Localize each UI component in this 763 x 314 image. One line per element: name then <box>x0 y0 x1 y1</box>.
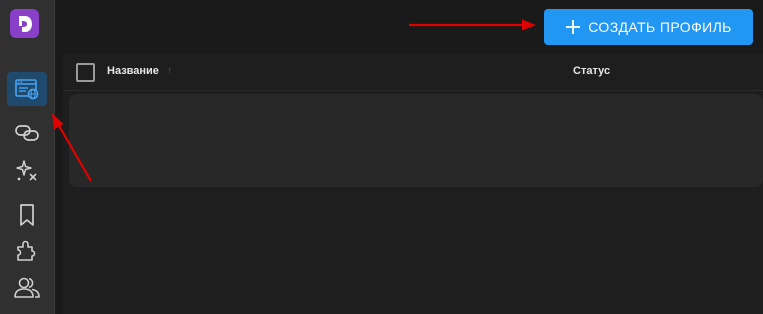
app-window: СОЗДАТЬ ПРОФИЛЬ Название ↑ Статус <box>0 0 763 314</box>
sort-arrow-up-icon[interactable]: ↑ <box>167 65 173 77</box>
column-name-label: Название <box>107 65 159 77</box>
sidebar-item-automation[interactable] <box>7 154 47 188</box>
sidebar-item-bookmarks[interactable] <box>7 198 47 232</box>
sparkle-automation-icon <box>16 160 37 181</box>
logo-icon <box>18 15 32 32</box>
link-proxy-icon <box>15 125 39 141</box>
extension-puzzle-icon <box>17 240 36 261</box>
column-header-status[interactable]: Статус <box>573 65 610 77</box>
create-profile-button[interactable]: СОЗДАТЬ ПРОФИЛЬ <box>544 9 753 45</box>
bookmark-icon <box>20 204 34 226</box>
app-logo[interactable] <box>10 9 39 38</box>
profiles-table: Название ↑ Статус <box>63 54 763 314</box>
select-all-checkbox[interactable] <box>76 63 95 82</box>
team-users-icon <box>14 277 40 298</box>
plus-icon <box>566 20 581 34</box>
create-profile-label: СОЗДАТЬ ПРОФИЛЬ <box>588 19 732 35</box>
browser-profiles-icon <box>15 79 39 100</box>
sidebar-item-profiles[interactable] <box>7 72 47 106</box>
table-empty-row <box>69 94 763 187</box>
column-header-name[interactable]: Название ↑ <box>107 65 172 77</box>
sidebar <box>0 0 55 314</box>
sidebar-item-extensions[interactable] <box>7 233 47 267</box>
table-header: Название ↑ Статус <box>63 54 763 91</box>
sidebar-item-proxy[interactable] <box>7 116 47 150</box>
sidebar-item-team[interactable] <box>7 270 47 304</box>
annotation-arrow-to-button <box>409 19 536 31</box>
